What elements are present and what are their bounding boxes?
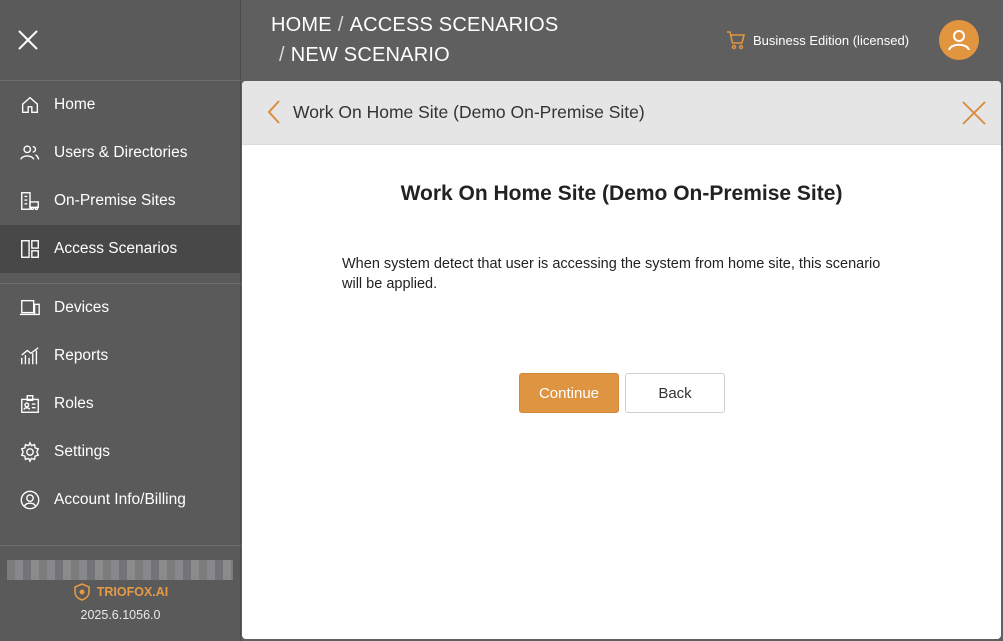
home-icon (18, 93, 42, 117)
users-icon (18, 141, 42, 165)
triofox-logo-icon (73, 583, 90, 601)
breadcrumb-separator: / (279, 44, 285, 66)
sidebar-item-account-info-billing[interactable]: Account Info/Billing (0, 476, 241, 524)
sidebar-item-reports[interactable]: Reports (0, 332, 241, 380)
redacted-strip (7, 560, 233, 580)
chevron-left-icon[interactable] (264, 98, 284, 126)
sidebar-item-label: Reports (54, 347, 109, 364)
sidebar: Home Users & Directories On-Premise Site… (0, 0, 241, 641)
breadcrumb-second-line: / NEW SCENARIO (279, 44, 450, 67)
sidebar-item-home[interactable]: Home (0, 81, 241, 129)
sidebar-item-label: Devices (54, 299, 110, 316)
avatar[interactable] (939, 20, 979, 60)
back-button[interactable]: Back (625, 373, 725, 413)
layout-icon (18, 237, 42, 261)
sidebar-item-label: Settings (54, 443, 111, 460)
devices-icon (18, 296, 42, 320)
brand: TRIOFOX.AI (0, 582, 241, 602)
sidebar-item-on-premise-sites[interactable]: On-Premise Sites (0, 177, 241, 225)
edition-badge[interactable]: Business Edition (licensed) (725, 28, 909, 52)
gear-icon (18, 440, 42, 464)
breadcrumb-home[interactable]: HOME (271, 14, 332, 36)
scenario-description: When system detect that user is accessin… (342, 256, 881, 292)
breadcrumb-current: NEW SCENARIO (290, 44, 450, 66)
scenario-panel: Work On Home Site (Demo On-Premise Site)… (242, 81, 1001, 639)
sidebar-item-label: On-Premise Sites (54, 192, 176, 209)
user-icon (948, 30, 970, 51)
account-icon (18, 488, 42, 512)
breadcrumb: HOME / ACCESS SCENARIOS (271, 14, 558, 37)
close-icon[interactable] (960, 99, 988, 127)
sidebar-item-label: Access Scenarios (54, 240, 178, 257)
scenario-title: Work On Home Site (Demo On-Premise Site) (400, 182, 843, 205)
sidebar-divider-bottom (0, 545, 241, 546)
sidebar-item-label: Users & Directories (54, 144, 188, 161)
cart-icon (727, 31, 746, 50)
breadcrumb-access-scenarios[interactable]: ACCESS SCENARIOS (350, 14, 559, 36)
building-icon (18, 189, 42, 213)
close-menu-icon[interactable] (14, 26, 42, 54)
sidebar-item-users[interactable]: Users & Directories (0, 129, 241, 177)
sidebar-item-roles[interactable]: Roles (0, 380, 241, 428)
sidebar-item-label: Home (54, 96, 96, 113)
chart-icon (18, 344, 42, 368)
panel-header: Work On Home Site (Demo On-Premise Site) (242, 81, 1001, 145)
panel-header-title: Work On Home Site (Demo On-Premise Site) (293, 102, 645, 122)
version-label: 2025.6.1056.0 (80, 608, 161, 622)
continue-button[interactable]: Continue (519, 373, 619, 413)
sidebar-item-settings[interactable]: Settings (0, 428, 241, 476)
sidebar-item-devices[interactable]: Devices (0, 284, 241, 332)
sidebar-item-label: Account Info/Billing (54, 491, 186, 508)
brand-name: TRIOFOX.AI (96, 585, 169, 599)
badge-icon (18, 392, 42, 416)
edition-label: Business Edition (licensed) (753, 32, 910, 48)
sidebar-item-access-scenarios[interactable]: Access Scenarios (0, 225, 241, 273)
breadcrumb-separator: / (337, 14, 344, 36)
top-header: HOME / ACCESS SCENARIOS / NEW SCENARIO Busi… (241, 0, 1003, 80)
sidebar-item-label: Roles (54, 395, 94, 412)
